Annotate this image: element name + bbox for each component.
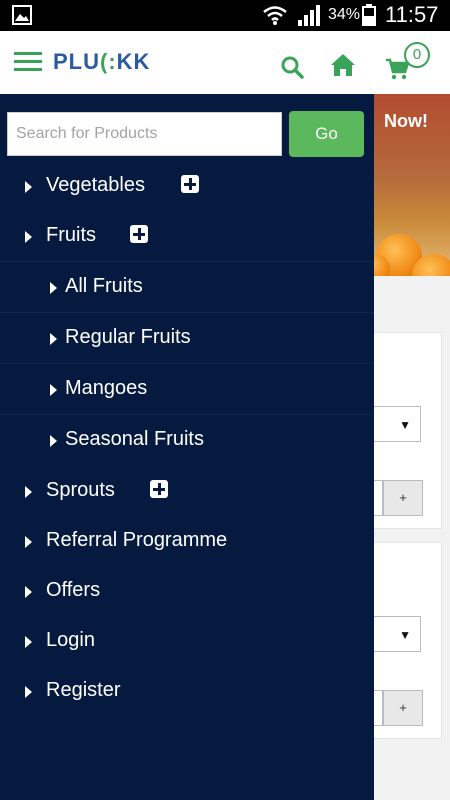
logo-text-left: PLU (53, 49, 100, 74)
variant-select[interactable]: ▼ (374, 616, 421, 652)
navigation-drawer: Go Vegetables Fruits All Fruits Regular … (0, 94, 374, 800)
menu-item-label: Register (46, 679, 121, 701)
product-card: ▼ + (374, 332, 442, 529)
expand-plus-icon[interactable] (130, 225, 148, 243)
increment-button[interactable]: + (383, 480, 423, 516)
menu-item-label: Login (46, 629, 95, 651)
menu-item-sprouts[interactable]: Sprouts (0, 467, 374, 517)
caret-right-icon (25, 486, 32, 498)
menu-item-label: Offers (46, 579, 101, 601)
expand-plus-icon[interactable] (181, 175, 199, 193)
select-caret-icon: ▼ (399, 418, 411, 432)
menu-item-label: Fruits (46, 224, 96, 246)
caret-right-icon (25, 231, 32, 243)
caret-right-icon (25, 636, 32, 648)
gallery-notification-icon (12, 5, 32, 25)
product-card: ▼ + (374, 542, 442, 739)
caret-right-icon (25, 586, 32, 598)
cart-count-badge[interactable]: 0 (404, 42, 430, 68)
submenu-item-all-fruits[interactable]: All Fruits (0, 263, 374, 313)
logo-text-right: KK (116, 49, 151, 74)
menu-item-offers[interactable]: Offers (0, 567, 374, 617)
increment-button[interactable]: + (383, 690, 423, 726)
caret-right-icon (50, 384, 57, 396)
search-icon[interactable] (280, 55, 304, 79)
menu-item-label: Mangoes (65, 377, 148, 399)
battery-icon (362, 4, 376, 26)
app-header: PLU(:KK 0 (0, 31, 450, 94)
menu-item-fruits[interactable]: Fruits (0, 212, 374, 262)
search-go-button[interactable]: Go (289, 111, 364, 157)
menu-item-referral-programme[interactable]: Referral Programme (0, 517, 374, 567)
status-bar: 34% 11:57 (0, 0, 450, 31)
quantity-field[interactable] (374, 480, 383, 516)
submenu-item-regular-fruits[interactable]: Regular Fruits (0, 314, 374, 364)
plukk-logo[interactable]: PLU(:KK (53, 49, 150, 75)
menu-item-label: Referral Programme (46, 529, 228, 551)
caret-right-icon (50, 333, 57, 345)
menu-item-vegetables[interactable]: Vegetables (0, 162, 374, 212)
clock: 11:57 (385, 2, 439, 27)
submenu-item-seasonal-fruits[interactable]: Seasonal Fruits (0, 416, 374, 466)
caret-right-icon (25, 181, 32, 193)
quantity-field[interactable] (374, 690, 383, 726)
logo-mark: (: (100, 49, 117, 74)
background-page: Now! ▼ + ▼ + (374, 94, 450, 800)
battery-percent: 34% (328, 6, 361, 23)
submenu-item-mangoes[interactable]: Mangoes (0, 365, 374, 415)
menu-item-label: Sprouts (46, 479, 115, 501)
hamburger-menu-icon[interactable] (14, 51, 42, 73)
menu-item-register[interactable]: Register (0, 667, 374, 717)
variant-select[interactable]: ▼ (374, 406, 421, 442)
menu-item-label: Regular Fruits (65, 326, 191, 348)
menu-item-label: Seasonal Fruits (65, 428, 204, 450)
wifi-icon (263, 6, 287, 25)
promo-banner[interactable]: Now! (374, 94, 450, 276)
caret-right-icon (25, 686, 32, 698)
menu-item-label: Vegetables (46, 174, 145, 196)
caret-right-icon (50, 435, 57, 447)
select-caret-icon: ▼ (399, 628, 411, 642)
caret-right-icon (25, 536, 32, 548)
signal-icon (298, 5, 320, 26)
home-icon[interactable] (330, 53, 356, 77)
expand-plus-icon[interactable] (150, 480, 168, 498)
product-search-input[interactable] (7, 112, 282, 156)
caret-right-icon (50, 282, 57, 294)
banner-text: Now! (384, 111, 428, 131)
menu-item-label: All Fruits (65, 275, 143, 297)
menu-item-login[interactable]: Login (0, 617, 374, 667)
